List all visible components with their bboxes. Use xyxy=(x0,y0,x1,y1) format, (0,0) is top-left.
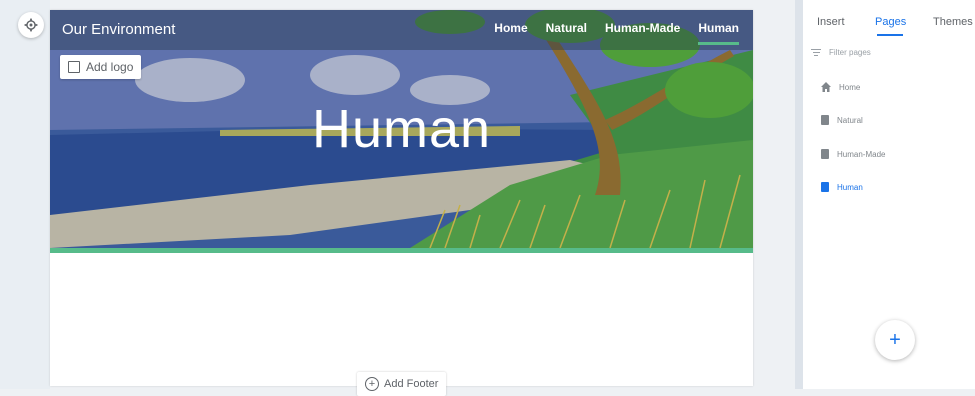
page-item-human-label: Human xyxy=(837,182,863,192)
tab-themes[interactable]: Themes xyxy=(933,16,973,28)
header-accent-bar xyxy=(50,248,753,253)
page-item-human[interactable]: Human xyxy=(821,182,863,192)
nav-link-home[interactable]: Home xyxy=(494,21,527,35)
add-logo-label: Add logo xyxy=(86,60,134,74)
page-item-natural[interactable]: Natural xyxy=(821,115,863,125)
nav-link-natural[interactable]: Natural xyxy=(546,21,587,35)
settings-button[interactable] xyxy=(18,12,44,38)
site-title[interactable]: Our Environment xyxy=(62,21,175,38)
document-icon xyxy=(821,182,829,192)
filter-pages[interactable]: Filter pages xyxy=(811,48,871,57)
filter-pages-placeholder: Filter pages xyxy=(829,48,871,57)
right-panel: Insert Pages Themes Filter pages Home Na… xyxy=(803,0,975,389)
tab-pages[interactable]: Pages xyxy=(875,16,906,28)
gear-icon xyxy=(24,18,38,32)
active-tab-indicator xyxy=(877,34,903,36)
image-icon xyxy=(68,61,80,73)
document-icon xyxy=(821,149,829,159)
nav-link-human-made[interactable]: Human-Made xyxy=(605,21,680,35)
site-nav: Home Natural Human-Made Human xyxy=(494,21,739,45)
site-canvas: Our Environment Home Natural Human-Made … xyxy=(50,10,753,396)
page-heading[interactable]: Human xyxy=(50,98,753,160)
nav-link-human[interactable]: Human xyxy=(698,21,739,45)
page-item-home[interactable]: Home xyxy=(821,82,860,92)
panel-tabs: Insert Pages Themes xyxy=(803,0,975,38)
document-icon xyxy=(821,115,829,125)
page-item-human-made[interactable]: Human-Made xyxy=(821,149,885,159)
filter-icon xyxy=(811,48,821,57)
site-navbar: Our Environment Home Natural Human-Made … xyxy=(50,10,753,50)
add-logo-button[interactable]: Add logo xyxy=(60,55,142,79)
add-footer-button[interactable]: + Add Footer xyxy=(357,372,447,396)
page-item-human-made-label: Human-Made xyxy=(837,149,886,159)
home-icon xyxy=(821,82,831,92)
tab-insert[interactable]: Insert xyxy=(817,16,845,28)
page-item-natural-label: Natural xyxy=(837,115,863,125)
panel-divider[interactable] xyxy=(795,0,803,389)
add-page-button[interactable]: + xyxy=(875,320,915,360)
header-banner[interactable]: Our Environment Home Natural Human-Made … xyxy=(50,10,753,248)
add-footer-label: Add Footer xyxy=(384,378,439,390)
left-gutter xyxy=(0,0,50,389)
page-item-home-label: Home xyxy=(839,82,861,92)
